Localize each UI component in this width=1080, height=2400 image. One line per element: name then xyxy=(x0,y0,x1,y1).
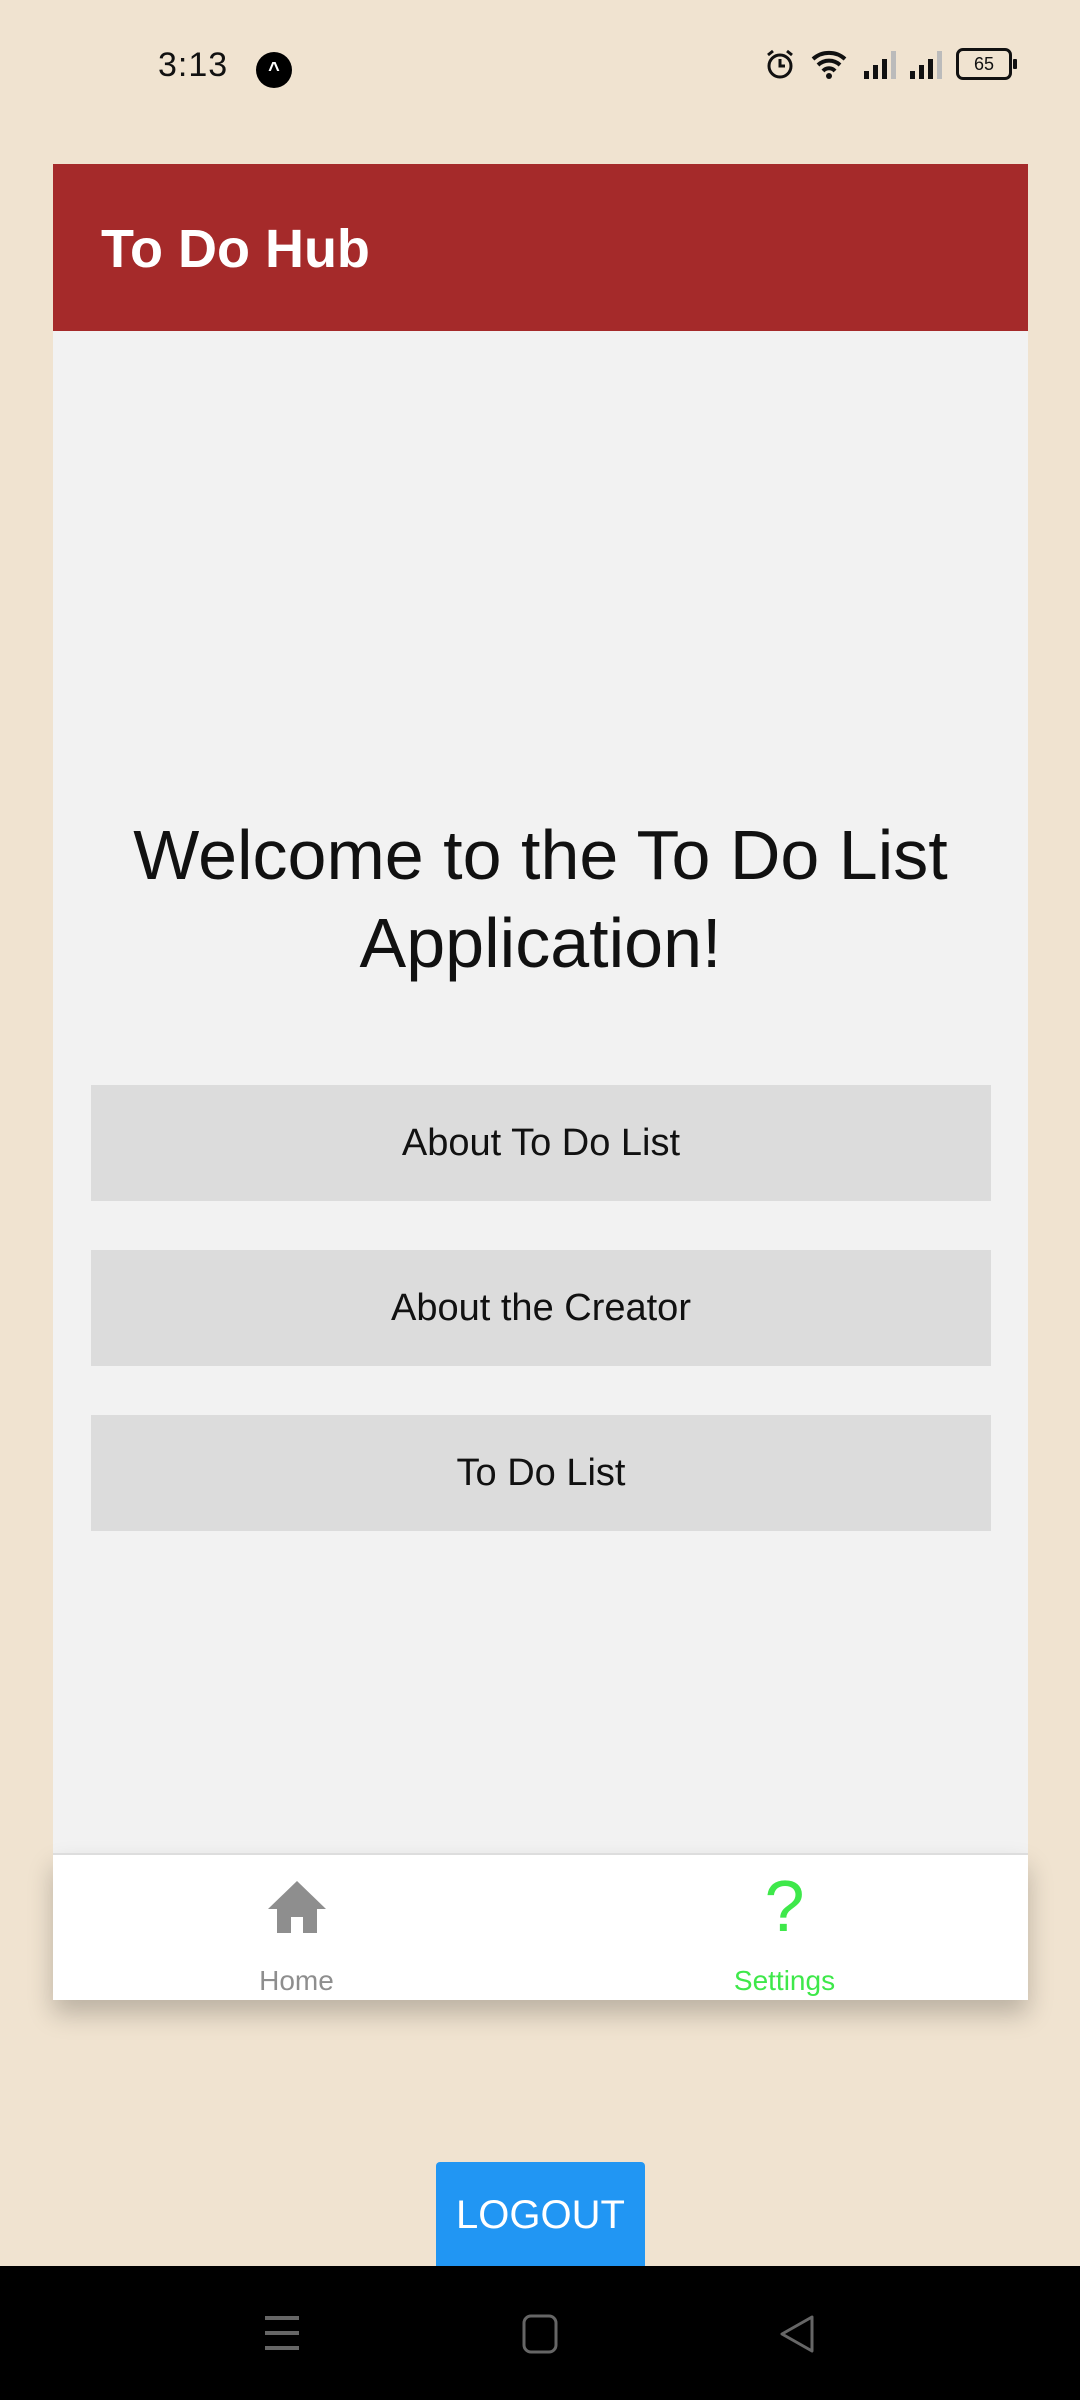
bottom-tab-bar: Home ? Settings xyxy=(53,1853,1028,2000)
question-mark-icon: ? xyxy=(764,1867,805,1947)
tab-home-label: Home xyxy=(259,1965,334,1996)
signal-icon-2 xyxy=(910,49,942,79)
system-nav-bar xyxy=(0,2266,1080,2400)
logout-button[interactable]: LOGOUT xyxy=(436,2162,645,2268)
app-title: To Do Hub xyxy=(101,219,370,279)
tab-home[interactable]: Home xyxy=(53,1855,540,2000)
status-icons: 65 xyxy=(764,48,1017,80)
battery-icon: 65 xyxy=(956,48,1017,80)
welcome-heading: Welcome to the To Do List Application! xyxy=(133,816,948,982)
main-content: Welcome to the To Do List Application! A… xyxy=(53,331,1028,1853)
tab-settings[interactable]: ? Settings xyxy=(541,1855,1028,2000)
about-todo-list-button[interactable]: About To Do List xyxy=(91,1085,991,1201)
wifi-icon xyxy=(811,50,847,79)
app-notification-icon: ^ xyxy=(256,52,292,88)
alarm-icon xyxy=(767,49,793,79)
signal-icon-1 xyxy=(864,49,896,79)
recent-apps-icon[interactable] xyxy=(263,2314,301,2352)
home-icon xyxy=(268,1881,326,1933)
app-header: To Do Hub xyxy=(53,164,1028,331)
home-nav-icon[interactable] xyxy=(522,2314,558,2354)
tab-settings-label: Settings xyxy=(733,1965,836,1996)
todo-list-button[interactable]: To Do List xyxy=(91,1415,991,1531)
back-icon[interactable] xyxy=(778,2314,816,2354)
status-time: 3:13 xyxy=(158,46,229,84)
about-creator-button[interactable]: About the Creator xyxy=(91,1250,991,1366)
